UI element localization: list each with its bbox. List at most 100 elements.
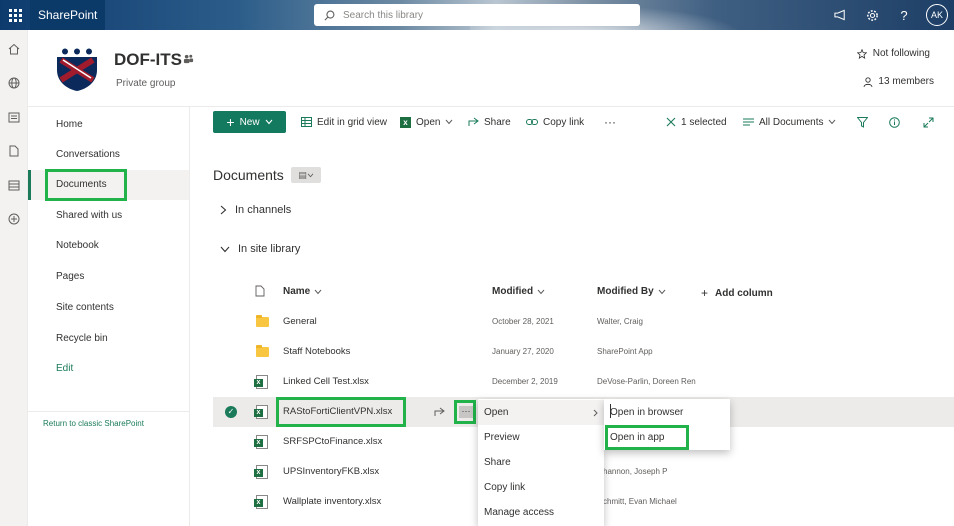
row-share-icon[interactable] xyxy=(434,407,445,417)
help-icon[interactable]: ? xyxy=(888,0,920,30)
menu-item-manage-access[interactable]: Manage access xyxy=(478,500,604,525)
excel-file-icon xyxy=(254,495,268,509)
library-icon: ▤ xyxy=(298,169,307,180)
clear-selection-button[interactable]: 1 selected xyxy=(666,113,727,131)
file-icon[interactable] xyxy=(0,134,28,168)
row-modified-by: SharePoint App xyxy=(597,347,653,356)
row-name[interactable]: Staff Notebooks xyxy=(283,337,350,367)
app-name-link[interactable]: SharePoint xyxy=(30,0,106,30)
table-row[interactable]: Staff Notebooks January 27, 2020 SharePo… xyxy=(213,337,954,367)
settings-gear-icon[interactable] xyxy=(856,0,888,30)
row-name[interactable]: UPSInventoryFKB.xlsx xyxy=(283,457,379,487)
row-modified: October 28, 2021 xyxy=(492,317,554,326)
library-views-button[interactable]: ▤ xyxy=(291,167,321,183)
row-name[interactable]: Linked Cell Test.xlsx xyxy=(283,367,369,397)
filter-icon[interactable] xyxy=(857,113,868,131)
view-label: All Documents xyxy=(759,116,824,128)
search-input[interactable] xyxy=(343,9,623,21)
chevron-right-icon xyxy=(220,205,227,215)
open-button[interactable]: x Open xyxy=(400,113,453,131)
chevron-down-icon xyxy=(265,119,273,125)
table-row[interactable]: Linked Cell Test.xlsx December 2, 2019 D… xyxy=(213,367,954,397)
column-header-modified[interactable]: Modified xyxy=(492,286,545,297)
nav-item-site-contents[interactable]: Site contents xyxy=(28,293,189,323)
members-button[interactable]: 13 members xyxy=(863,76,934,87)
person-icon xyxy=(863,76,873,87)
news-icon[interactable] xyxy=(0,100,28,134)
nav-item-home[interactable]: Home xyxy=(28,110,189,140)
site-header: DOF-ITS Private group Not following 13 m… xyxy=(28,30,954,107)
more-commands-button[interactable]: ··· xyxy=(604,113,616,131)
row-modified-by: chmitt, Evan Michael xyxy=(603,497,677,506)
avatar[interactable]: AK xyxy=(926,4,948,26)
group-in-site-library[interactable]: In site library xyxy=(220,243,300,255)
new-label: New xyxy=(239,116,260,128)
nav-item-pages[interactable]: Pages xyxy=(28,262,189,292)
share-label: Share xyxy=(484,116,511,128)
copy-link-button[interactable]: Copy link xyxy=(526,113,584,131)
row-name[interactable]: RAStoFortiClientVPN.xlsx xyxy=(283,397,392,427)
column-header-modified-by[interactable]: Modified By xyxy=(597,286,666,297)
members-label: 13 members xyxy=(878,76,934,87)
row-name[interactable]: SRFSPCtoFinance.xlsx xyxy=(283,427,382,457)
plus-icon: + xyxy=(701,286,709,300)
new-button[interactable]: + New xyxy=(213,111,286,133)
group-in-channels[interactable]: In channels xyxy=(220,204,291,216)
nav-item-notebook[interactable]: Notebook xyxy=(28,231,189,261)
row-name[interactable]: General xyxy=(283,307,317,337)
nav-item-conversations[interactable]: Conversations xyxy=(28,140,189,170)
group-label: In channels xyxy=(235,204,292,216)
row-modified-by: Walter, Craig xyxy=(597,317,643,326)
row-name[interactable]: Wallplate inventory.xlsx xyxy=(283,487,381,517)
nav-item-shared-with-us[interactable]: Shared with us xyxy=(28,201,189,231)
column-header-name[interactable]: Name xyxy=(283,286,322,297)
follow-button[interactable]: Not following xyxy=(856,48,930,59)
link-icon xyxy=(526,119,538,125)
waffle-icon xyxy=(8,8,22,22)
menu-item-share[interactable]: Share xyxy=(478,450,604,475)
excel-file-icon xyxy=(254,435,268,449)
folder-icon xyxy=(256,345,269,357)
teams-icon[interactable] xyxy=(183,53,194,67)
menu-item-open-in-browser[interactable]: Open in browser xyxy=(604,400,730,425)
menu-item-open-label: Open xyxy=(484,407,509,418)
menu-item-preview[interactable]: Preview xyxy=(478,425,604,450)
row-modified: January 27, 2020 xyxy=(492,347,554,356)
folder-icon xyxy=(256,315,269,327)
menu-item-copy-link[interactable]: Copy link xyxy=(478,475,604,500)
search-box[interactable] xyxy=(314,4,640,26)
info-icon[interactable] xyxy=(889,113,900,131)
create-icon[interactable] xyxy=(0,202,28,236)
nav-edit-link[interactable]: Edit xyxy=(28,354,189,384)
menu-item-open-in-app[interactable]: Open in app xyxy=(604,425,730,450)
megaphone-icon[interactable] xyxy=(824,0,856,30)
home-icon[interactable] xyxy=(0,32,28,66)
view-switcher-button[interactable]: All Documents xyxy=(743,113,836,131)
edit-grid-view-button[interactable]: Edit in grid view xyxy=(301,113,387,131)
expand-icon[interactable] xyxy=(923,113,934,131)
menu-item-open[interactable]: Open xyxy=(478,400,604,425)
row-more-actions-button[interactable]: ··· xyxy=(459,406,473,418)
app-launcher-button[interactable] xyxy=(0,0,30,30)
star-icon xyxy=(856,48,867,59)
chevron-down-icon xyxy=(314,289,322,294)
row-modified-by: hannon, Joseph P xyxy=(603,467,668,476)
copy-link-label: Copy link xyxy=(543,116,585,128)
nav-item-documents[interactable]: Documents xyxy=(28,170,189,200)
site-subtitle: Private group xyxy=(116,78,176,89)
open-label: Open xyxy=(416,116,441,128)
share-button[interactable]: Share xyxy=(468,113,511,131)
return-to-classic-link[interactable]: Return to classic SharePoint xyxy=(43,419,144,428)
file-type-column-icon[interactable] xyxy=(255,285,265,297)
excel-icon: x xyxy=(400,116,411,128)
globe-icon[interactable] xyxy=(0,66,28,100)
nav-item-recycle-bin[interactable]: Recycle bin xyxy=(28,324,189,354)
lists-icon[interactable] xyxy=(0,168,28,202)
site-logo-shield[interactable] xyxy=(53,44,101,92)
table-row[interactable]: General October 28, 2021 Walter, Craig xyxy=(213,307,954,337)
app-rail xyxy=(0,30,28,526)
site-title[interactable]: DOF-ITS xyxy=(114,50,182,70)
row-checkmark-icon[interactable]: ✓ xyxy=(225,406,237,418)
plus-icon: + xyxy=(226,114,235,130)
add-column-button[interactable]: + Add column xyxy=(701,286,773,300)
